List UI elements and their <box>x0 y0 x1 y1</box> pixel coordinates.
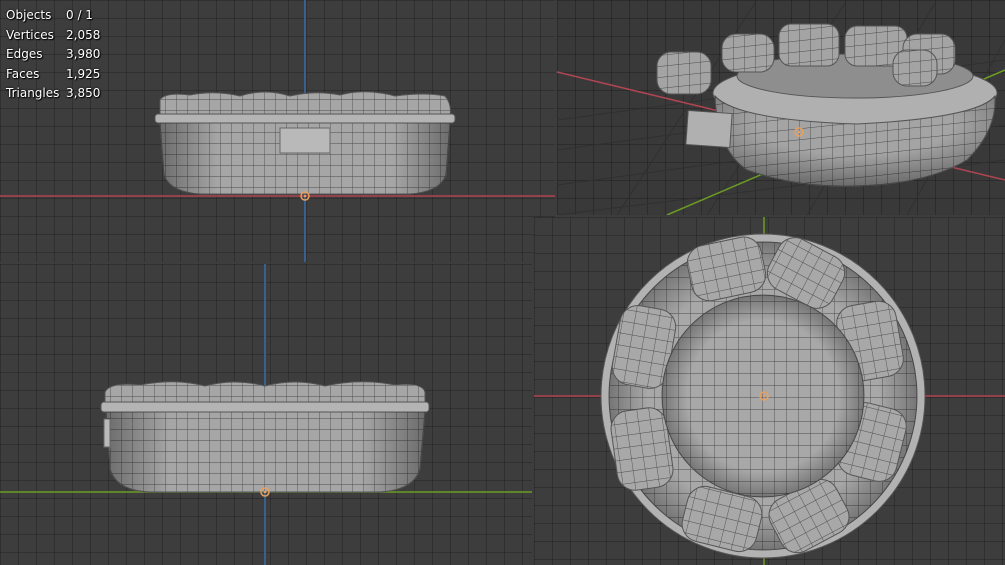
viewport-right[interactable] <box>0 264 532 565</box>
stats-value-edges: 3,980 <box>66 47 101 61</box>
viewport-front[interactable]: Objects 0 / 1 Vertices 2,058 Edges 3,980… <box>0 0 555 262</box>
stats-label-triangles: Triangles <box>6 86 60 100</box>
viewport-perspective-canvas <box>557 0 1005 215</box>
viewport-top-canvas <box>534 217 1005 565</box>
stats-value-faces: 1,925 <box>66 66 101 81</box>
label-plate <box>685 109 733 149</box>
viewport-perspective[interactable] <box>557 0 1005 215</box>
label-plate <box>103 418 111 448</box>
stats-label-objects: Objects <box>6 8 52 22</box>
viewport-top[interactable] <box>534 217 1005 565</box>
label-plate <box>279 127 331 154</box>
scene-statistics: Objects 0 / 1 Vertices 2,058 Edges 3,980… <box>6 6 106 104</box>
stats-value-vertices: 2,058 <box>66 27 101 42</box>
pet-bed-mesh-perspective <box>656 23 998 187</box>
stats-row: Triangles 3,850 <box>6 84 106 104</box>
viewport-right-canvas <box>0 264 532 565</box>
blender-app: Objects 0 / 1 Vertices 2,058 Edges 3,980… <box>0 0 1005 565</box>
stats-row: Objects 0 / 1 <box>6 6 106 26</box>
stats-label-edges: Edges <box>6 47 43 61</box>
pet-bed-mesh-right <box>100 381 430 493</box>
stats-value-triangles: 3,850 <box>66 86 101 100</box>
stats-row: Faces 1,925 <box>6 65 106 85</box>
stats-label-faces: Faces <box>6 66 40 81</box>
stats-label-vertices: Vertices <box>6 27 54 42</box>
stats-row: Edges 3,980 <box>6 45 106 65</box>
stats-value-objects: 0 / 1 <box>66 8 93 22</box>
stats-row: Vertices 2,058 <box>6 26 106 46</box>
pet-bed-mesh-front <box>154 91 456 195</box>
